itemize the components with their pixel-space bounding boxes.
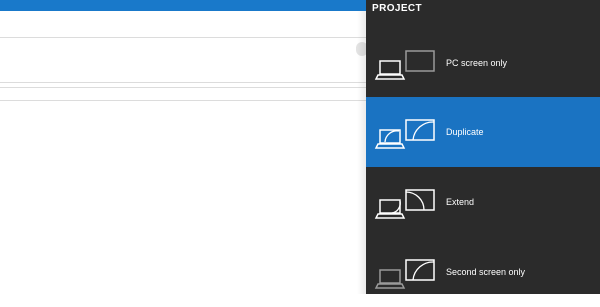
background-divider: [0, 87, 366, 88]
pane-title: PROJECT: [372, 3, 423, 14]
pc-screen-only-icon: [374, 50, 435, 80]
option-extend[interactable]: Extend: [366, 167, 600, 237]
pane-shadow: [357, 11, 366, 294]
background-divider: [0, 82, 366, 83]
option-second-screen-only[interactable]: Second screen only: [366, 237, 600, 307]
option-label: Second screen only: [446, 267, 526, 277]
project-pane: PROJECT PC screen only Duplicate Extend …: [366, 0, 600, 294]
background-divider: [0, 37, 366, 38]
extend-icon: [374, 189, 435, 219]
option-label: PC screen only: [446, 58, 508, 68]
background-title-bar: [0, 0, 366, 11]
option-label: Extend: [446, 197, 475, 207]
second-screen-only-icon: [374, 259, 435, 289]
option-pc-screen-only[interactable]: PC screen only: [366, 28, 600, 98]
background-divider: [0, 100, 366, 101]
option-label: Duplicate: [446, 127, 484, 137]
option-duplicate[interactable]: Duplicate: [366, 97, 600, 167]
background-app-window: [0, 0, 368, 294]
duplicate-icon: [374, 119, 435, 149]
